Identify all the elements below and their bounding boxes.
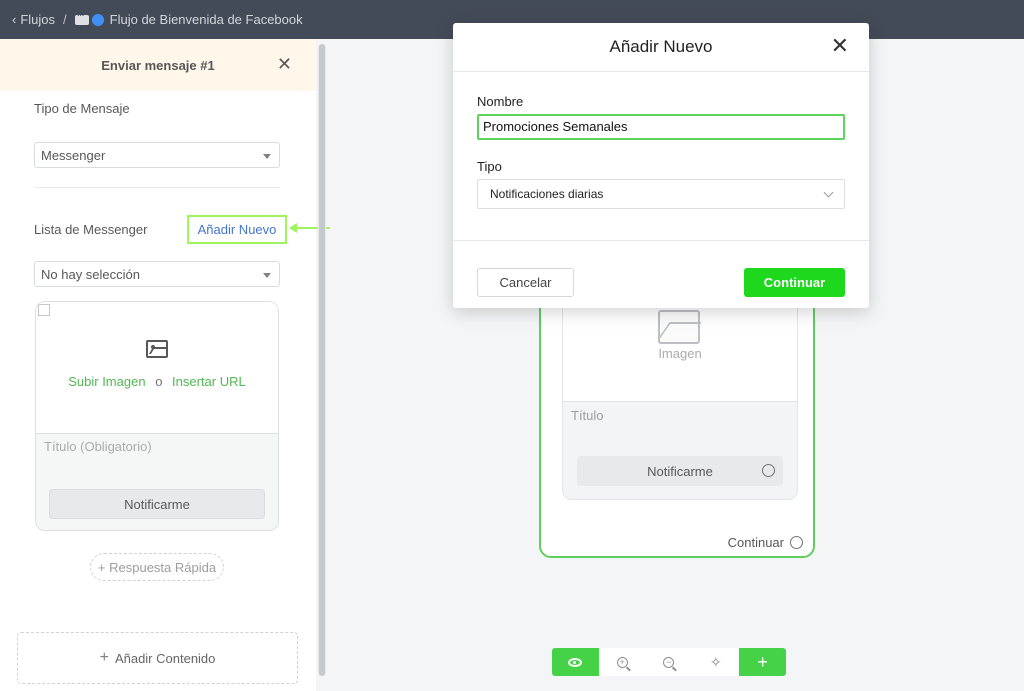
- chevron-down-icon: [823, 187, 834, 198]
- modal-divider: [453, 240, 869, 241]
- modal-title: Añadir Nuevo: [609, 37, 713, 56]
- name-input[interactable]: Promociones Semanales: [477, 114, 845, 140]
- add-new-modal: Añadir Nuevo ✕ Nombre Promociones Semana…: [453, 23, 869, 308]
- type-label: Tipo: [477, 159, 502, 174]
- type-select[interactable]: Notificaciones diarias: [477, 179, 845, 209]
- name-label: Nombre: [477, 94, 524, 109]
- type-value: Notificaciones diarias: [490, 187, 604, 201]
- cancel-button[interactable]: Cancelar: [477, 268, 574, 297]
- modal-header: Añadir Nuevo ✕: [453, 23, 869, 72]
- continue-button[interactable]: Continuar: [744, 268, 845, 297]
- close-icon[interactable]: ✕: [831, 35, 849, 57]
